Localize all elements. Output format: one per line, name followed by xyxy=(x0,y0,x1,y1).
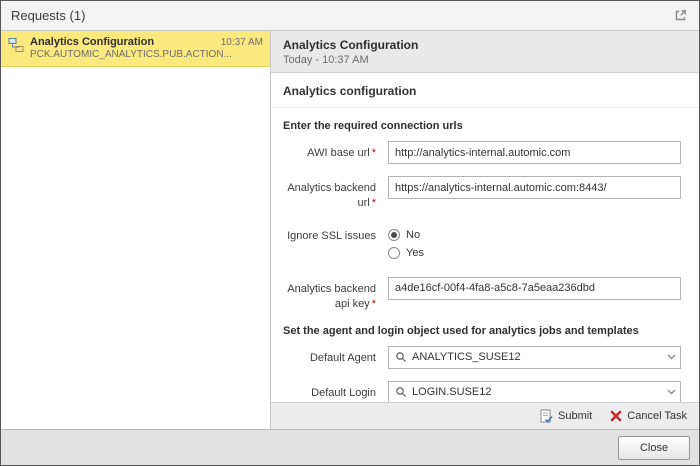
request-list-item[interactable]: Analytics Configuration 10:37 AM PCK.AUT… xyxy=(1,31,270,67)
default-agent-field: ANALYTICS_SUSE12 xyxy=(388,345,681,369)
search-icon xyxy=(395,386,407,398)
bottom-bar: Close xyxy=(1,429,699,465)
detail-timestamp: Today - 10:37 AM xyxy=(283,54,369,66)
form-title: Analytics configuration xyxy=(271,73,699,108)
request-texts: Analytics Configuration 10:37 AM PCK.AUT… xyxy=(30,36,263,60)
label-text: Analytics backend api key xyxy=(287,282,376,311)
ignore-ssl-option-no[interactable]: No xyxy=(388,228,681,241)
label-text: Ignore SSL issues xyxy=(287,229,376,242)
awi-base-url-row: AWI base url * xyxy=(283,141,681,164)
required-marker: * xyxy=(371,197,376,210)
label-text: AWI base url xyxy=(307,147,370,159)
awi-base-url-label: AWI base url * xyxy=(283,141,388,161)
radio-unselected-icon xyxy=(388,246,400,259)
backend-url-label: Analytics backend url * xyxy=(283,176,388,212)
radio-selected-icon xyxy=(388,228,400,241)
label-text: Analytics backend url xyxy=(287,182,376,210)
chevron-down-icon[interactable] xyxy=(662,382,680,402)
search-icon xyxy=(395,351,407,363)
ignore-ssl-label: Ignore SSL issues xyxy=(283,224,388,244)
default-login-row: Default Login LOGIN.SUSE12 xyxy=(283,380,681,402)
agent-section-title: Set the agent and login object used for … xyxy=(283,324,639,337)
ignore-ssl-options: No Yes xyxy=(388,224,681,265)
title-bar: Requests (1) xyxy=(1,1,699,31)
action-bar: Submit Cancel Task xyxy=(271,402,699,429)
close-button[interactable]: Close xyxy=(618,435,690,460)
detail-title: Analytics Configuration xyxy=(283,38,419,52)
chevron-down-icon[interactable] xyxy=(662,347,680,368)
default-login-label: Default Login xyxy=(283,381,388,401)
connection-section-title: Enter the required connection urls xyxy=(283,120,463,132)
submit-icon xyxy=(539,409,553,423)
cancel-task-label: Cancel Task xyxy=(627,410,687,422)
requests-window: Requests (1) Analytics Configuration 10:… xyxy=(0,0,700,466)
detail-header: Analytics Configuration Today - 10:37 AM xyxy=(271,31,699,73)
api-key-input[interactable] xyxy=(388,276,681,300)
default-agent-label: Default Agent xyxy=(283,346,388,366)
label-text: Default Agent xyxy=(309,351,376,364)
awi-base-url-input[interactable] xyxy=(388,141,681,164)
default-agent-value: ANALYTICS_SUSE12 xyxy=(412,351,521,364)
request-list-panel: Analytics Configuration 10:37 AM PCK.AUT… xyxy=(1,31,271,429)
open-in-new-window-icon[interactable] xyxy=(672,7,689,24)
required-marker: * xyxy=(371,298,376,311)
form-area: Analytics configuration Enter the requir… xyxy=(271,73,699,402)
radio-no-label: No xyxy=(406,228,421,241)
backend-url-field xyxy=(388,176,681,199)
api-key-field xyxy=(388,276,681,300)
default-agent-row: Default Agent ANALYTICS_SUSE12 xyxy=(283,345,681,369)
ignore-ssl-row: Ignore SSL issues No Yes xyxy=(283,224,681,265)
main-area: Analytics Configuration 10:37 AM PCK.AUT… xyxy=(1,31,699,429)
backend-url-input[interactable] xyxy=(388,176,681,199)
cancel-task-button[interactable]: Cancel Task xyxy=(610,410,687,422)
api-key-row: Analytics backend api key * xyxy=(283,276,681,313)
workflow-icon xyxy=(8,37,24,56)
default-agent-combobox[interactable]: ANALYTICS_SUSE12 xyxy=(388,345,681,369)
radio-yes-label: Yes xyxy=(406,246,424,259)
cancel-icon xyxy=(610,410,622,422)
request-subtitle: PCK.AUTOMIC_ANALYTICS.PUB.ACTION... xyxy=(30,49,232,60)
default-login-field: LOGIN.SUSE12 xyxy=(388,380,681,402)
request-detail-panel: Analytics Configuration Today - 10:37 AM… xyxy=(271,31,699,429)
backend-url-row: Analytics backend url * xyxy=(283,176,681,212)
submit-button[interactable]: Submit xyxy=(539,409,592,423)
submit-label: Submit xyxy=(558,410,593,422)
default-login-combobox[interactable]: LOGIN.SUSE12 xyxy=(388,380,681,402)
window-title: Requests (1) xyxy=(11,8,86,23)
default-login-value: LOGIN.SUSE12 xyxy=(412,386,492,399)
awi-base-url-field xyxy=(388,141,681,164)
label-text: Default Login xyxy=(311,386,376,399)
request-title: Analytics Configuration xyxy=(30,36,155,48)
api-key-label: Analytics backend api key * xyxy=(283,277,388,313)
required-marker: * xyxy=(371,147,376,159)
request-time: 10:37 AM xyxy=(220,37,263,48)
ignore-ssl-option-yes[interactable]: Yes xyxy=(388,246,681,259)
